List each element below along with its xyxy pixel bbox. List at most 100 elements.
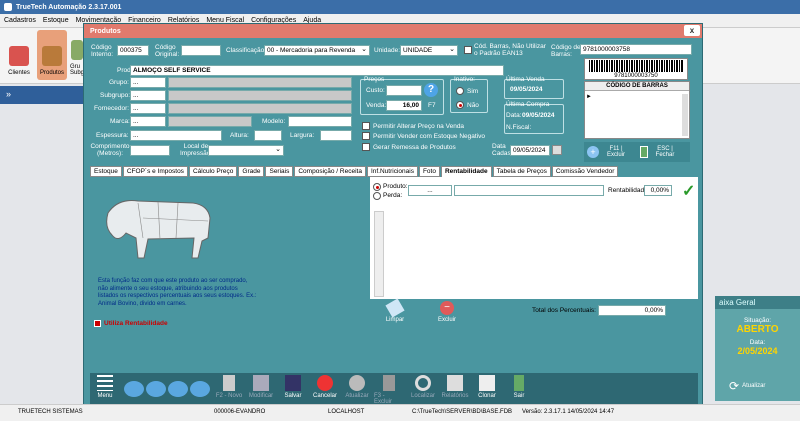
f7-hint: F7 [428, 102, 436, 109]
limpar-button[interactable]: Limpar [380, 298, 410, 323]
tab-seriais[interactable]: Seriais [265, 166, 294, 177]
confirm-check-icon[interactable]: ✓ [682, 181, 695, 201]
estoque-negativo-label: Permitir Vender com Estoque Negativo [373, 133, 485, 140]
side-atualizar-button[interactable]: ⟳ Atualizar [729, 379, 765, 393]
classificacao-select[interactable]: 00 - Mercadoria para Revenda [264, 45, 370, 56]
rent-excluir-button[interactable]: − Excluir [432, 301, 462, 323]
produto-field[interactable]: ALMOÇO SELF SERVICE [130, 65, 504, 76]
codigo-barras-field[interactable]: 9781000003758 [580, 44, 692, 55]
gerar-remessa-checkbox[interactable] [362, 143, 370, 151]
venda-field[interactable]: 16,00 [386, 100, 422, 111]
rent-grid[interactable] [374, 211, 384, 297]
cod-barras-checkbox[interactable] [464, 46, 472, 54]
relatorios-button[interactable]: Relatórios [440, 375, 470, 407]
tab-inf-nutricionais[interactable]: Inf.Nutricionais [366, 166, 418, 177]
precos-title: Preços [364, 76, 385, 83]
trash-icon [383, 375, 395, 391]
tab-calculo-preco[interactable]: Cálculo Preço [188, 166, 238, 177]
clonar-button[interactable]: Clonar [472, 375, 502, 407]
data-label: Data: [749, 339, 766, 346]
inativo-nao-label: Não [467, 102, 479, 109]
utiliza-rentabilidade-label: Utiliza Rentabilidade [104, 320, 168, 327]
total-percentuais-label: Total dos Percentuais: [532, 307, 596, 314]
esc-fechar-button[interactable]: ESC | Fechar [637, 142, 690, 162]
f3-excluir-button[interactable]: F3 - Excluir [374, 375, 404, 407]
bottom-toolbar: Menu F2 - Novo Modificar Salvar Cancelar… [90, 373, 698, 408]
produto-radio-label: Produto: [383, 183, 408, 190]
utiliza-rentabilidade-checkbox[interactable] [94, 320, 101, 327]
inativo-title: Inativo: [454, 76, 475, 83]
barcode-bars [589, 60, 683, 72]
permitir-alterar-preco-checkbox[interactable] [362, 122, 370, 130]
atualizar-button[interactable]: Atualizar [342, 375, 372, 407]
gerar-remessa-label: Gerar Remessa de Produtos [373, 144, 456, 151]
novo-button[interactable]: F2 - Novo [214, 375, 244, 407]
nfiscal-label: N.Fiscal: [506, 124, 532, 131]
help-icon[interactable]: ? [424, 83, 438, 97]
prev-record-icon[interactable] [146, 381, 166, 397]
grupo-code-field[interactable]: ... [130, 77, 166, 88]
tab-comissao[interactable]: Comissão Vendedor [551, 166, 619, 177]
ribbon-produtos-button[interactable]: Produtos [37, 30, 67, 80]
tab-composicao[interactable]: Composição / Receita [294, 166, 366, 177]
tab-cfop[interactable]: CFOP´s e Impostos [122, 166, 188, 177]
plus-icon: + [587, 146, 599, 158]
cancelar-button[interactable]: Cancelar [310, 375, 340, 407]
marca-code-field[interactable]: ... [130, 116, 166, 127]
nav-expand[interactable]: » [0, 86, 90, 104]
f11-excluir-button[interactable]: + F11 | Excluir [584, 142, 637, 162]
search-icon [415, 375, 431, 391]
comprimento-field[interactable] [130, 145, 170, 156]
produto-radio[interactable] [373, 183, 381, 191]
menu-cadastros[interactable]: Cadastros [4, 17, 36, 24]
last-record-icon[interactable] [190, 381, 210, 397]
espessura-field[interactable]: ... [130, 130, 222, 141]
subgrupo-code-field[interactable]: ... [130, 90, 166, 101]
grid-row-pointer: ► [586, 94, 592, 100]
local-impressao-select[interactable] [208, 145, 284, 156]
modificar-button[interactable]: Modificar [246, 375, 276, 407]
status-db-path: C:\TrueTech\SERVER\BD\BASE.FDB [412, 409, 513, 415]
menu-estoque[interactable]: Estoque [43, 17, 69, 24]
perda-radio[interactable] [373, 192, 381, 200]
rentabilidade-field[interactable]: 0,00% [644, 185, 672, 196]
fornecedor-code-field[interactable]: ... [130, 103, 166, 114]
grupo-label: Grupo: [109, 79, 129, 86]
codigo-original-field[interactable] [181, 45, 221, 56]
sair-button[interactable]: Sair [504, 375, 534, 407]
barcodes-grid[interactable]: CÓDIGO DE BARRAS ► [584, 81, 690, 139]
tab-rentabilidade[interactable]: Rentabilidade [440, 166, 492, 177]
cancel-icon [317, 375, 333, 391]
calendar-icon[interactable] [552, 145, 562, 155]
tab-foto[interactable]: Foto [418, 166, 440, 177]
grid-scrollbar[interactable] [682, 94, 688, 136]
altura-field[interactable] [254, 130, 282, 141]
salvar-button[interactable]: Salvar [278, 375, 308, 407]
inativo-nao-radio[interactable] [456, 101, 464, 109]
window-titlebar: Produtos x [84, 24, 702, 38]
ribbon-clientes-button[interactable]: Clientes [4, 30, 34, 80]
custo-field[interactable] [386, 85, 422, 96]
venda-label: Venda: [366, 102, 387, 109]
localizar-button[interactable]: Localizar [408, 375, 438, 407]
menu-button[interactable]: Menu [90, 375, 120, 407]
next-record-icon[interactable] [168, 381, 188, 397]
modelo-field[interactable] [288, 116, 352, 127]
tab-estoque[interactable]: Estoque [90, 166, 122, 177]
inativo-sim-radio[interactable] [456, 87, 464, 95]
app-titlebar: TrueTech Automação 2.3.17.001 [0, 0, 800, 14]
rentabilidade-info-panel: Esta função faz com que este produto ao … [90, 177, 370, 373]
rent-produto-name[interactable] [454, 185, 604, 196]
tab-tabela-precos[interactable]: Tabela de Preços [492, 166, 551, 177]
estoque-negativo-checkbox[interactable] [362, 132, 370, 140]
codigo-interno-field[interactable]: 000375 [117, 45, 149, 56]
ribbon-grupos-button[interactable]: Gru Subg [70, 30, 84, 80]
largura-field[interactable] [320, 130, 352, 141]
inativo-sim-label: Sim [467, 88, 479, 95]
unidade-select[interactable]: UNIDADE [400, 45, 458, 56]
data-cadastro-field[interactable]: 09/05/2024 [510, 145, 550, 156]
close-button[interactable]: x [684, 25, 700, 36]
tab-grade[interactable]: Grade [238, 166, 265, 177]
rent-produto-code[interactable]: ... [408, 185, 452, 196]
first-record-icon[interactable] [124, 381, 144, 397]
